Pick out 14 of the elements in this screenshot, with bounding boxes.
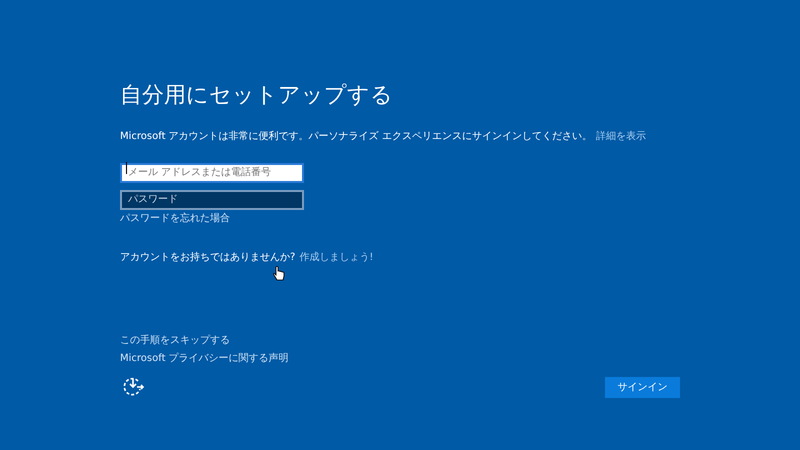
input-field[interactable]: メール アドレスまたは電話番号 — [120, 162, 304, 182]
privacy-link[interactable]: Microsoft プライバシーに関する声明 — [120, 352, 289, 366]
text-cursor — [126, 162, 127, 174]
hand-cursor-icon — [273, 266, 285, 282]
create-account-link[interactable]: 作成しましょう! — [299, 251, 374, 265]
no-account-text: アカウントをお持ちではありませんか? — [120, 251, 296, 265]
forgot-password-link[interactable]: パスワードを忘れた場合 — [120, 212, 230, 226]
intro-text: Microsoft アカウントは非常に便利です。パーソナライズ エクスペリエンスにサインインしてください。 — [120, 130, 592, 144]
details-link[interactable]: 詳細を表示 — [596, 130, 646, 144]
sign-in-button[interactable]: サインイン — [605, 376, 680, 398]
input-field[interactable]: パスワード — [120, 190, 304, 210]
accessibility-icon[interactable] — [123, 376, 145, 398]
page-title: 自分用にセットアップする — [120, 82, 394, 110]
skip-link[interactable]: この手順をスキップする — [120, 334, 230, 348]
